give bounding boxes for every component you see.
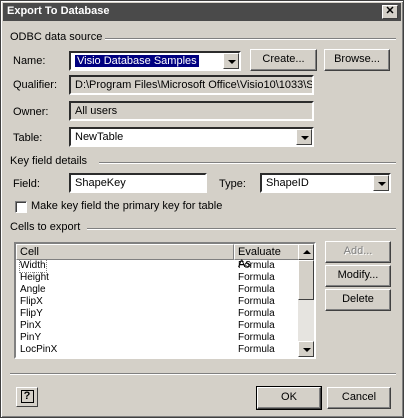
scroll-down-icon[interactable] (298, 341, 314, 357)
qualifier-label: Qualifier: (13, 79, 58, 91)
table-label: Table: (13, 132, 43, 144)
cells-section-divider (87, 228, 396, 230)
name-dropdown[interactable]: Visio Database Samples (69, 51, 241, 71)
create-button[interactable]: Create... (250, 49, 317, 71)
cell-name: PinX (20, 320, 42, 331)
cell-name: FlipY (20, 308, 43, 319)
cell-evaluate-as: Formula (238, 272, 275, 283)
list-item[interactable]: PinY Formula (16, 332, 299, 344)
cell-name: Height (20, 272, 49, 283)
chevron-down-icon[interactable] (223, 53, 239, 69)
cells-list-rows: Width Formula Height Formula Angle Formula … (16, 259, 299, 356)
primary-key-label[interactable]: Make key field the primary key for table (31, 200, 222, 212)
qualifier-field: D:\Program Files\Microsoft Office\Visio1… (69, 75, 314, 95)
modify-button[interactable]: Modify... (325, 265, 391, 287)
scroll-up-icon[interactable] (298, 244, 314, 260)
list-item[interactable]: LocPinX Formula (16, 344, 299, 356)
cell-evaluate-as: Formula (238, 320, 275, 331)
chevron-down-icon[interactable] (373, 175, 389, 191)
table-value: NewTable (75, 131, 124, 143)
cell-name: FlipX (20, 296, 43, 307)
help-icon: ? (20, 390, 34, 403)
primary-key-checkbox[interactable] (15, 201, 27, 213)
odbc-section-divider (105, 38, 396, 40)
chevron-down-icon[interactable] (296, 129, 312, 145)
list-item[interactable]: FlipX Formula (16, 296, 299, 308)
list-item[interactable]: Width Formula (16, 259, 299, 273)
key-section-heading: Key field details (10, 155, 88, 167)
cell-name: PinY (20, 332, 42, 343)
add-button[interactable]: Add... (325, 241, 391, 263)
list-item[interactable]: PinX Formula (16, 320, 299, 332)
cancel-button[interactable]: Cancel (327, 387, 391, 409)
cell-evaluate-as: Formula (238, 260, 275, 271)
type-dropdown[interactable]: ShapeID (260, 173, 391, 193)
cell-name: LocPinX (20, 344, 58, 355)
column-header-cell[interactable]: Cell (16, 244, 234, 260)
key-section-divider (99, 162, 396, 164)
cell-evaluate-as: Formula (238, 332, 275, 343)
help-button[interactable]: ? (16, 387, 38, 407)
name-value: Visio Database Samples (75, 55, 199, 67)
list-item[interactable]: FlipY Formula (16, 308, 299, 320)
dialog-title: Export To Database (7, 5, 110, 17)
scroll-thumb[interactable] (298, 260, 314, 300)
cells-list-scrollbar[interactable] (298, 244, 314, 357)
field-label: Field: (13, 178, 40, 190)
key-field-input[interactable]: ShapeKey (69, 173, 207, 193)
cell-evaluate-as: Formula (238, 284, 275, 295)
export-to-database-dialog: Export To Database ✕ ODBC data source Na… (0, 0, 404, 418)
title-bar: Export To Database ✕ (3, 3, 401, 21)
cell-evaluate-as: Formula (238, 308, 275, 319)
cell-name: Angle (20, 284, 46, 295)
type-value: ShapeID (266, 177, 309, 189)
cell-name: Width (19, 259, 47, 273)
name-label: Name: (13, 55, 46, 67)
owner-label: Owner: (13, 106, 49, 118)
owner-field: All users (69, 101, 314, 121)
browse-button[interactable]: Browse... (324, 49, 390, 71)
footer-divider (10, 373, 396, 375)
delete-button[interactable]: Delete (325, 289, 391, 311)
odbc-section-heading: ODBC data source (10, 31, 103, 43)
cells-list-header: Cell Evaluate As (16, 244, 299, 270)
list-item[interactable]: Height Formula (16, 272, 299, 284)
table-dropdown[interactable]: NewTable (69, 127, 314, 147)
type-label: Type: (219, 178, 246, 190)
cells-list[interactable]: Cell Evaluate As Width Formula Height Form… (14, 242, 316, 359)
ok-button[interactable]: OK (256, 386, 322, 410)
list-item[interactable]: Angle Formula (16, 284, 299, 296)
cells-section-heading: Cells to export (10, 221, 81, 233)
close-icon[interactable]: ✕ (382, 5, 398, 19)
cell-evaluate-as: Formula (238, 344, 275, 355)
column-header-evaluate-as[interactable]: Evaluate As (234, 244, 299, 270)
cell-evaluate-as: Formula (238, 296, 275, 307)
